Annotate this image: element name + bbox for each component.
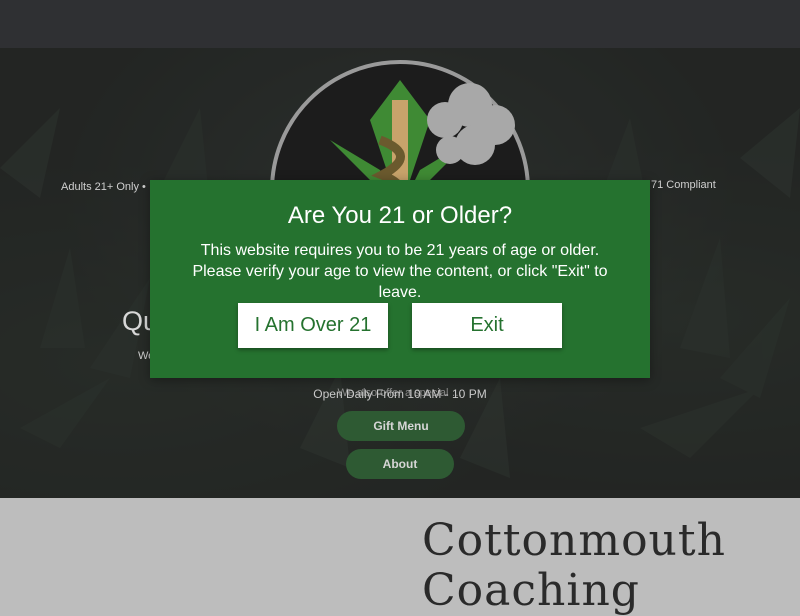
age-verification-modal: Are You 21 or Older? This website requir…	[150, 180, 650, 378]
about-button[interactable]: About	[346, 449, 454, 479]
gift-menu-button[interactable]: Gift Menu	[337, 411, 465, 441]
confirm-age-button[interactable]: I Am Over 21	[238, 303, 388, 348]
content-section: Cottonmouth Coaching	[0, 498, 800, 616]
modal-message: This website requires you to be 21 years…	[192, 242, 608, 301]
hours-text: Open Daily From 10 AM - 10 PM	[313, 387, 487, 401]
exit-button[interactable]: Exit	[412, 303, 562, 348]
top-navigation-bar	[0, 0, 800, 48]
modal-title: Are You 21 or Older?	[287, 202, 513, 229]
brand-title: Cottonmouth Coaching	[422, 515, 726, 616]
compliance-badge: 71 Compliant	[651, 179, 716, 191]
adults-only-badge: Adults 21+ Only •	[61, 181, 146, 193]
